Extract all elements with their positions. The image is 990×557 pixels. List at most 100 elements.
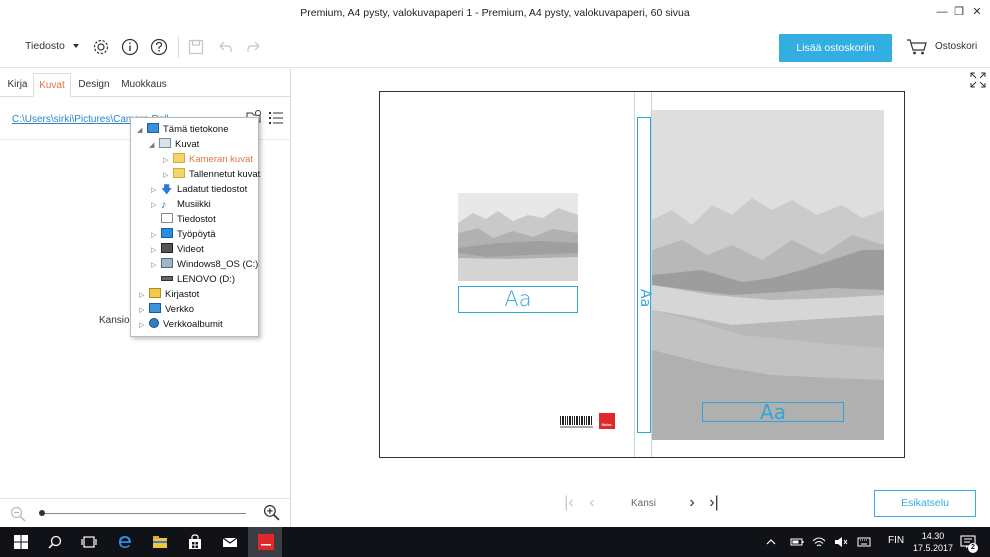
fullscreen-icon[interactable] — [970, 72, 986, 88]
taskbar-search-button[interactable] — [37, 527, 71, 557]
page-label: Kansi — [631, 498, 657, 509]
battery-icon[interactable] — [790, 536, 804, 548]
spine-text-field[interactable]: Aa — [637, 117, 653, 433]
tree-item-camera-roll[interactable]: ▷ Kameran kuvat — [163, 152, 253, 167]
tree-item-music[interactable]: ▷ ♪ Musiikki — [151, 197, 211, 212]
volume-muted-icon[interactable] — [834, 535, 848, 549]
tree-item-web-albums[interactable]: ▷ Verkkoalbumit — [139, 317, 223, 332]
collapsed-arrow-icon: ▷ — [139, 322, 145, 329]
first-page-button[interactable]: |‹ — [562, 493, 576, 513]
barcode-icon — [560, 416, 593, 428]
task-view-button[interactable] — [71, 527, 105, 557]
restore-button[interactable]: ❐ — [950, 4, 968, 20]
collapsed-arrow-icon: ▷ — [151, 232, 157, 239]
tree-item-drive-d[interactable]: LENOVO (D:) — [151, 272, 235, 287]
tree-label: Työpöytä — [177, 229, 216, 240]
tree-item-pictures[interactable]: ◢ Kuvat — [149, 137, 199, 152]
tab-muokkaus[interactable]: Muokkaus — [117, 73, 171, 97]
start-button[interactable] — [3, 527, 37, 557]
add-to-cart-button[interactable]: Lisää ostoskoriin — [779, 34, 892, 62]
undo-icon[interactable] — [216, 38, 234, 56]
taskbar-store[interactable] — [177, 527, 211, 557]
tree-item-saved-pictures[interactable]: ▷ Tallennetut kuvat — [163, 167, 260, 182]
folder-icon — [173, 168, 185, 178]
tree-label: Kuvat — [175, 139, 200, 150]
tree-item-libraries[interactable]: ▷ Kirjastot — [139, 287, 199, 302]
tray-chevron-up-icon[interactable] — [765, 536, 777, 548]
book-spine[interactable]: Aa — [634, 92, 653, 457]
collapsed-arrow-icon: ▷ — [151, 262, 157, 269]
tab-kuvat[interactable]: Kuvat — [33, 73, 71, 97]
settings-icon[interactable] — [92, 38, 110, 56]
minimize-button[interactable]: — — [933, 4, 951, 20]
book-cover-canvas[interactable]: Aa Ifolor. Aa Aa — [379, 91, 905, 458]
back-cover-text-field[interactable]: Aa — [458, 286, 578, 313]
zoom-slider-thumb[interactable] — [39, 510, 45, 516]
document-icon — [161, 213, 173, 223]
tree-item-network[interactable]: ▷ Verkko — [139, 302, 194, 317]
edge-icon — [119, 536, 131, 548]
ifolor-app-icon — [258, 534, 274, 550]
music-icon: ♪ — [161, 199, 167, 211]
front-cover-text-field[interactable]: Aa — [702, 402, 844, 422]
zoom-slider-track[interactable] — [40, 513, 246, 514]
taskbar-clock[interactable]: 14.30 17.5.2017 — [913, 530, 953, 554]
tree-label: LENOVO (D:) — [177, 274, 236, 285]
collapsed-arrow-icon: ▷ — [139, 307, 145, 314]
tree-label: Tiedostot — [177, 214, 216, 225]
tree-item-this-pc[interactable]: ◢ Tämä tietokone — [137, 122, 228, 137]
tree-label: Kirjastot — [165, 289, 200, 300]
tree-item-drive-c[interactable]: ▷ Windows8_OS (C:) — [151, 257, 258, 272]
tree-item-downloads[interactable]: ▷ 🡇 Ladatut tiedostot — [151, 182, 247, 197]
file-menu[interactable]: Tiedosto — [25, 40, 79, 52]
search-icon — [48, 535, 62, 549]
collapsed-arrow-icon: ▷ — [163, 172, 169, 179]
chevron-down-icon — [72, 44, 79, 49]
computer-icon — [147, 123, 159, 133]
tab-design[interactable]: Design — [73, 73, 115, 97]
zoom-bar — [0, 498, 291, 527]
next-page-button[interactable]: › — [685, 493, 699, 513]
previous-page-button[interactable]: ‹ — [585, 493, 599, 513]
cart-icon[interactable] — [906, 38, 928, 56]
collapsed-arrow-icon: ▷ — [151, 247, 157, 254]
help-icon[interactable] — [150, 38, 168, 56]
last-page-button[interactable]: ›| — [707, 493, 721, 513]
front-cover-photo[interactable] — [652, 110, 884, 440]
tree-label: Windows8_OS (C:) — [177, 259, 259, 270]
info-icon[interactable] — [121, 38, 139, 56]
taskbar-edge[interactable] — [107, 527, 141, 557]
taskbar: FIN 14.30 17.5.2017 2 — [0, 527, 990, 557]
save-icon[interactable] — [187, 38, 205, 56]
list-view-icon[interactable] — [268, 111, 284, 125]
tree-item-documents[interactable]: Tiedostot — [151, 212, 216, 227]
cart-label[interactable]: Ostoskori — [935, 41, 977, 52]
store-icon — [189, 534, 201, 549]
collapsed-arrow-icon: ▷ — [163, 157, 169, 164]
task-view-icon — [81, 536, 97, 548]
tree-item-desktop[interactable]: ▷ Työpöytä — [151, 227, 216, 242]
taskbar-file-explorer[interactable] — [142, 527, 176, 557]
library-icon — [149, 288, 161, 298]
zoom-in-icon[interactable] — [263, 504, 280, 521]
taskbar-mail[interactable] — [212, 527, 246, 557]
window-title: Premium, A4 pysty, valokuvapaperi 1 - Pr… — [300, 7, 690, 19]
drive-icon — [161, 258, 173, 268]
redo-icon[interactable] — [245, 38, 263, 56]
clock-time: 14.30 — [921, 531, 945, 541]
tab-kirja[interactable]: Kirja — [2, 73, 33, 97]
tree-item-videos[interactable]: ▷ Videot — [151, 242, 204, 257]
close-button[interactable]: ✕ — [968, 4, 986, 20]
input-language[interactable]: FIN — [888, 535, 904, 546]
preview-button[interactable]: Esikatselu — [874, 490, 976, 517]
video-icon — [161, 243, 173, 253]
logo-text: Ifolor. — [601, 422, 613, 427]
zoom-out-icon[interactable] — [10, 506, 26, 522]
back-cover-photo[interactable] — [458, 193, 578, 281]
taskbar-ifolor-app[interactable] — [248, 527, 282, 557]
keyboard-icon[interactable] — [857, 535, 871, 549]
expanded-arrow-icon: ◢ — [137, 127, 143, 134]
wifi-icon[interactable] — [812, 535, 826, 549]
clock-date: 17.5.2017 — [913, 543, 954, 553]
tree-label: Tallennetut kuvat — [189, 169, 261, 180]
